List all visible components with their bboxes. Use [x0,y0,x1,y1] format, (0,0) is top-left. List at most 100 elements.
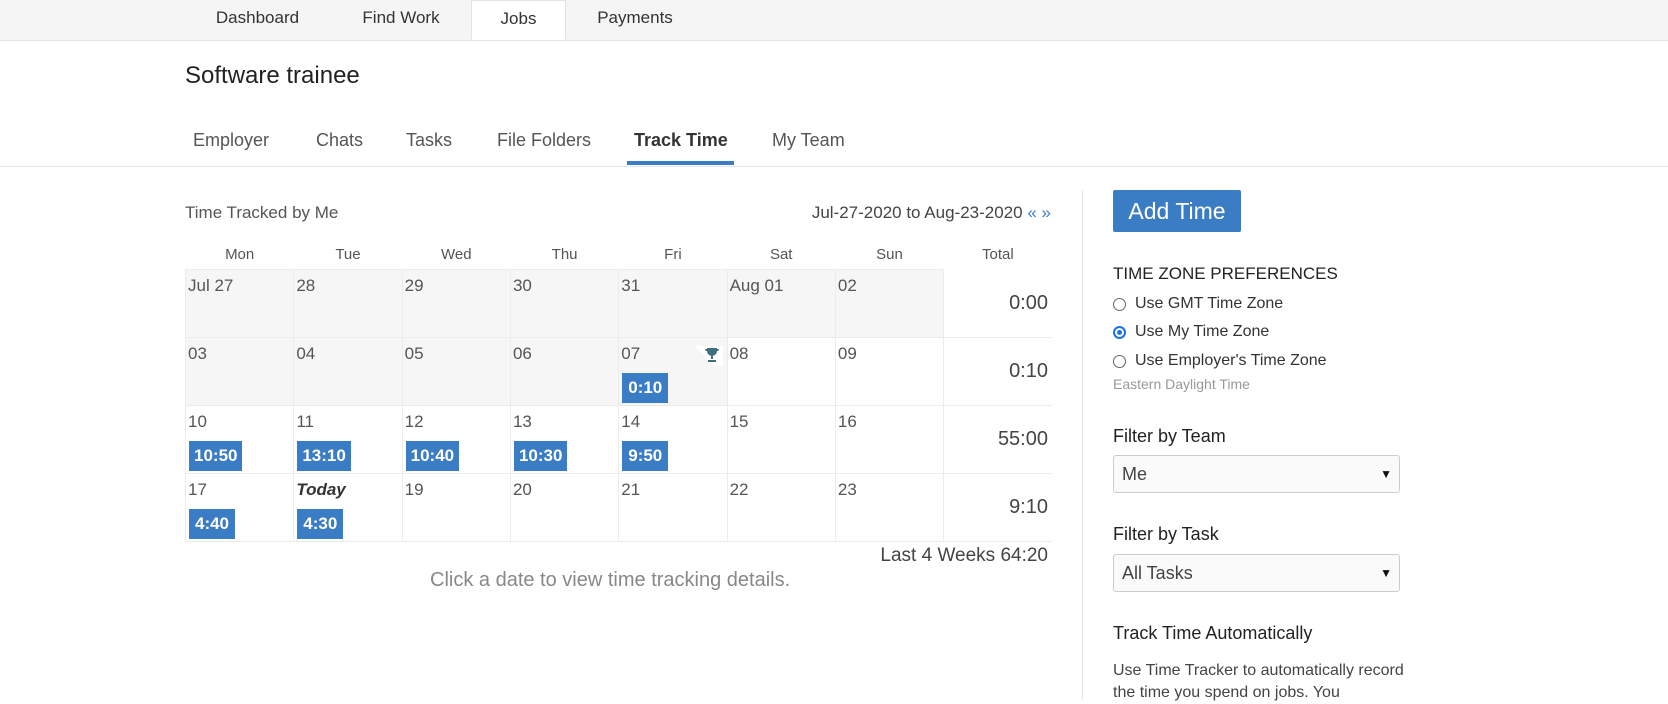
time-entry-badge[interactable]: 10:40 [405,441,460,471]
calendar-day-cell[interactable]: 05 [401,337,511,406]
col-mon: Mon [225,246,255,263]
calendar-day-cell[interactable]: 22 [726,473,836,542]
prev-period-link[interactable]: « [1027,203,1036,222]
job-subnav: Employer Chats Tasks File Folders Track … [0,118,1668,167]
tab-file-folders[interactable]: File Folders [497,130,591,151]
time-entry-badge[interactable]: 4:30 [297,509,344,539]
calendar-day-cell[interactable]: 15 [726,405,836,474]
column-divider [1082,190,1083,700]
radio-employer-tz[interactable]: Use Employer's Time Zone [1113,352,1327,370]
calendar-day-cell[interactable]: 04 [293,337,403,406]
team-filter-select[interactable]: Me ▼ [1113,455,1400,493]
tab-jobs[interactable]: Jobs [471,0,566,40]
calendar-day-cell[interactable]: 13 10:30 [509,405,620,474]
calendar-day-cell[interactable]: 31 [618,269,728,338]
calendar-day-cell[interactable]: 06 [509,337,620,406]
tab-dashboard[interactable]: Dashboard [190,0,325,40]
tab-tasks[interactable]: Tasks [406,130,452,151]
tz-note: Eastern Daylight Time [1113,376,1250,392]
time-entry-badge[interactable]: 4:40 [189,509,235,539]
task-filter-select[interactable]: All Tasks ▼ [1113,554,1400,592]
calendar-day-cell[interactable]: 29 [401,269,511,338]
time-entry-badge[interactable]: 10:30 [513,441,568,471]
calendar-day-cell[interactable]: 16 [834,405,945,474]
date-range-text: Jul-27-2020 to Aug-23-2020 [811,203,1023,222]
week-total: 0:10 [943,337,1052,406]
day-label: 05 [404,344,424,363]
tab-track-time[interactable]: Track Time [634,130,728,151]
calendar-day-cell[interactable]: 21 [618,473,728,542]
tab-employer[interactable]: Employer [193,130,269,151]
add-time-button[interactable]: Add Time [1113,190,1241,232]
calendar-hint: Click a date to view time tracking detai… [430,569,791,591]
day-label: Aug 01 [729,276,784,295]
day-label: 08 [729,344,749,363]
col-sat: Sat [769,246,793,263]
col-total: Total [982,246,1014,264]
team-filter-value: Me [1122,464,1148,484]
time-entry-badge[interactable]: 0:10 [622,373,669,403]
day-label: 29 [404,276,424,295]
day-label: 22 [729,480,749,499]
calendar-day-cell[interactable]: 12 10:40 [401,405,511,474]
day-label: 31 [621,276,641,295]
calendar-day-cell[interactable]: 02 [834,269,945,338]
task-filter-value: All Tasks [1122,563,1193,583]
calendar-day-cell[interactable]: 30 [509,269,620,338]
auto-track-heading: Track Time Automatically [1113,623,1313,643]
calendar-day-cell[interactable]: 20 [509,473,620,542]
calendar-day-cell[interactable]: 08 [726,337,836,406]
calendar-day-cell[interactable]: 23 [834,473,945,542]
calendar-day-cell[interactable]: Aug 01 [726,269,836,338]
calendar-day-cell[interactable]: Today 4:30 [293,473,403,542]
calendar-day-cell[interactable]: 28 [293,269,403,338]
calendar-week-row: 17 4:40 Today 4:30 19 20 21 22 23 9:10 [184,473,1052,542]
calendar-week-row: 10 10:50 11 13:10 12 10:40 13 10:30 14 9:50 15 16 55… [184,405,1052,474]
day-label: 04 [296,344,316,363]
calendar-day-cell[interactable]: 11 13:10 [293,405,403,474]
day-label: Jul 27 [188,276,234,295]
time-entry-badge[interactable]: 10:50 [189,441,243,471]
calendar-header-row: Mon Tue Wed Thu Fri Sat Sun Total [186,240,1053,270]
time-entry-badge[interactable]: 13:10 [297,441,351,471]
calendar-day-cell[interactable]: 19 [401,473,511,542]
calendar-day-cell[interactable]: 14 9:50 [618,405,728,474]
time-calendar: Mon Tue Wed Thu Fri Sat Sun Total Jul 27… [184,240,1053,542]
radio-my-tz[interactable]: Use My Time Zone [1113,323,1269,341]
radio-gmt-label: Use GMT Time Zone [1135,295,1284,312]
calendar-day-cell[interactable]: 03 [184,337,295,406]
col-sun: Sun [876,246,903,263]
tracker-heading: Time Tracked by Me [185,203,339,222]
calendar-day-cell[interactable]: 17 4:40 [184,473,295,542]
day-label: 12 [404,412,424,431]
day-label: 16 [837,412,857,431]
chevron-down-icon: ▼ [1380,467,1392,481]
radio-gmt[interactable]: Use GMT Time Zone [1113,295,1283,313]
radio-my-tz-dot[interactable] [1113,325,1126,339]
day-label: 23 [837,480,857,499]
tab-find-work[interactable]: Find Work [333,0,469,40]
day-label: 07 [621,344,641,363]
day-label: 15 [729,412,749,431]
tab-my-team[interactable]: My Team [772,130,845,151]
day-label: 17 [188,480,207,499]
col-fri: Fri [664,246,682,263]
calendar-day-cell[interactable]: 09 [834,337,945,406]
next-period-link[interactable]: » [1042,203,1051,222]
calendar-week-row: 03 04 05 06 07 0:10 08 09 0:10 [184,337,1052,406]
calendar-day-cell[interactable]: 10 10:50 [184,405,295,474]
time-entry-badge[interactable]: 9:50 [622,441,669,471]
tab-chats[interactable]: Chats [316,130,363,151]
calendar-day-cell[interactable]: 07 0:10 [618,337,728,406]
week-total: 55:00 [943,405,1052,474]
radio-gmt-dot[interactable] [1113,297,1126,311]
day-label: 21 [621,480,641,499]
day-label: 28 [296,276,316,295]
day-label: 11 [296,412,314,431]
tab-payments[interactable]: Payments [574,0,696,40]
day-label: 06 [512,344,532,363]
calendar-day-cell[interactable]: Jul 27 [184,269,295,338]
radio-employer-tz-dot[interactable] [1113,354,1126,368]
radio-my-tz-label: Use My Time Zone [1135,323,1270,340]
trophy-icon [684,346,723,366]
